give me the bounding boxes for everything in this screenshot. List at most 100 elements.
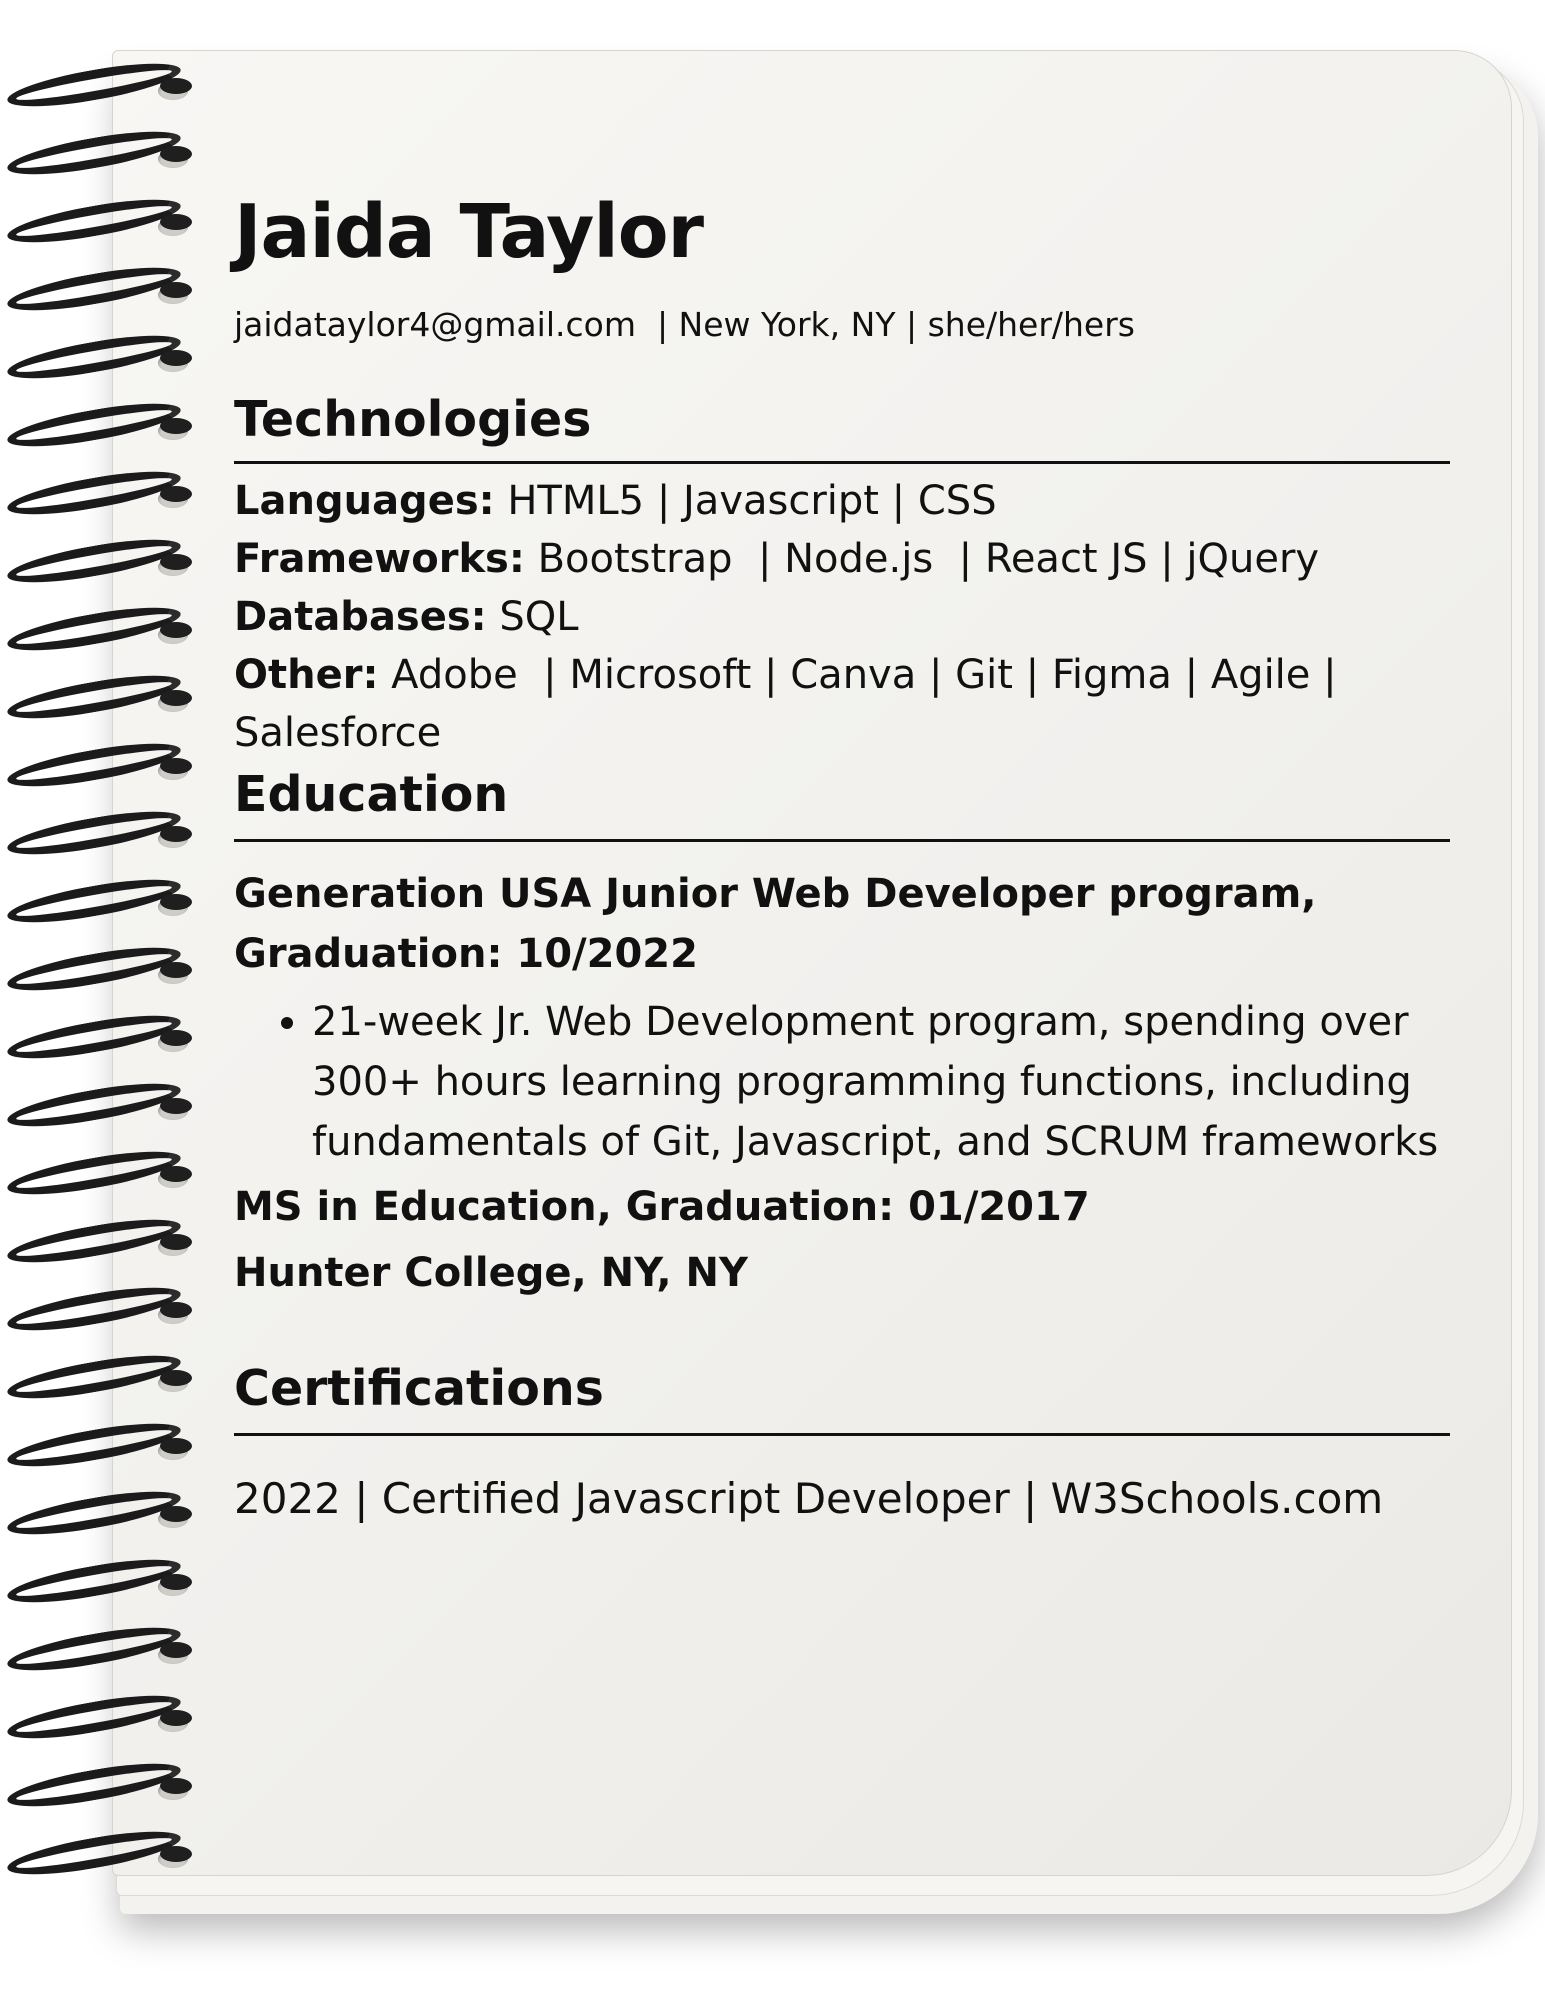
program-detail-item: 21-week Jr. Web Development program, spe… [312, 992, 1450, 1172]
program-name: Generation USA Junior Web Developer prog… [234, 871, 1317, 918]
coil-tip [160, 690, 192, 706]
tech-row-other: Other: Adobe | Microsoft | Canva | Git |… [234, 646, 1450, 762]
coil-tip [160, 622, 192, 638]
coil-tip [160, 1710, 192, 1726]
tech-label: Other: [234, 652, 379, 699]
coil-tip [160, 1438, 192, 1454]
coil-wire [4, 1074, 184, 1136]
tech-value: Bootstrap | Node.js | React JS | jQuery [524, 536, 1320, 583]
coil-wire [4, 190, 184, 252]
coil-wire [4, 1414, 184, 1476]
spiral-coil [0, 666, 200, 728]
education-divider [234, 839, 1450, 843]
coil-wire [4, 1210, 184, 1272]
coil-tip [160, 894, 192, 910]
coil-wire [4, 870, 184, 932]
coil-tip [160, 1302, 192, 1318]
coil-tip [160, 1098, 192, 1114]
coil-tip [160, 486, 192, 502]
resume-name: Jaida Taylor [234, 189, 704, 275]
coil-tip [160, 282, 192, 298]
coil-wire [4, 938, 184, 1000]
coil-wire [4, 258, 184, 320]
tech-row-databases: Databases: SQL [234, 588, 1450, 646]
spiral-coil [0, 870, 200, 932]
spiral-coil [0, 326, 200, 388]
coil-tip [160, 1166, 192, 1182]
resume-content: Jaida Taylor jaidataylor4@gmail.com | Ne… [234, 189, 1450, 1527]
coil-tip [160, 758, 192, 774]
degree-line: MS in Education, Graduation: 01/2017 [234, 1184, 1090, 1231]
coil-wire [4, 1006, 184, 1068]
spiral-binding [0, 54, 210, 1920]
coil-tip [160, 1234, 192, 1250]
education-heading: Education [234, 766, 509, 824]
coil-wire [4, 1482, 184, 1544]
spiral-coil [0, 530, 200, 592]
coil-wire [4, 734, 184, 796]
technologies-divider [234, 461, 1450, 465]
tech-row-languages: Languages: HTML5 | Javascript | CSS [234, 472, 1450, 530]
coil-wire [4, 1618, 184, 1680]
spiral-coil [0, 394, 200, 456]
coil-wire [4, 666, 184, 728]
coil-tip [160, 1846, 192, 1862]
coil-wire [4, 530, 184, 592]
technologies-list: Languages: HTML5 | Javascript | CSS Fram… [234, 472, 1450, 762]
coil-wire [4, 1686, 184, 1748]
spiral-coil [0, 462, 200, 524]
spiral-coil [0, 54, 200, 116]
coil-tip [160, 350, 192, 366]
coil-tip [160, 1642, 192, 1658]
tech-label: Frameworks: [234, 536, 525, 583]
spiral-coil [0, 122, 200, 184]
certifications-heading: Certifications [234, 1360, 604, 1418]
contact-line: jaidataylor4@gmail.com | New York, NY | … [234, 305, 1135, 345]
spiral-coil [0, 938, 200, 1000]
coil-tip [160, 418, 192, 434]
coil-wire [4, 1346, 184, 1408]
coil-tip [160, 146, 192, 162]
school-line: Hunter College, NY, NY [234, 1250, 748, 1297]
tech-label: Languages: [234, 478, 495, 525]
coil-tip [160, 554, 192, 570]
spiral-coil [0, 1074, 200, 1136]
spiral-coil [0, 190, 200, 252]
spiral-coil [0, 1618, 200, 1680]
spiral-coil [0, 1278, 200, 1340]
spiral-coil [0, 1686, 200, 1748]
tech-value: Adobe | Microsoft | Canva | Git | Figma … [234, 652, 1350, 757]
spiral-coil [0, 1346, 200, 1408]
spiral-coil [0, 1142, 200, 1204]
technologies-heading: Technologies [234, 390, 592, 448]
coil-tip [160, 1370, 192, 1386]
tech-value: SQL [486, 594, 579, 641]
coil-tip [160, 1506, 192, 1522]
spiral-coil [0, 1006, 200, 1068]
tech-label: Databases: [234, 594, 487, 641]
coil-wire [4, 598, 184, 660]
coil-wire [4, 802, 184, 864]
coil-wire [4, 394, 184, 456]
certification-item: 2022 | Certified Javascript Developer | … [234, 1474, 1384, 1524]
tech-value: HTML5 | Javascript | CSS [494, 478, 997, 525]
coil-wire [4, 1142, 184, 1204]
coil-tip [160, 1030, 192, 1046]
coil-wire [4, 1550, 184, 1612]
tech-row-frameworks: Frameworks: Bootstrap | Node.js | React … [234, 530, 1450, 588]
spiral-coil [0, 1754, 200, 1816]
spiral-coil [0, 1210, 200, 1272]
certifications-divider [234, 1433, 1450, 1437]
coil-tip [160, 78, 192, 94]
program-title: Generation USA Junior Web Developer prog… [234, 864, 1450, 984]
spiral-coil [0, 734, 200, 796]
spiral-coil [0, 258, 200, 320]
coil-wire [4, 1754, 184, 1816]
program-graduation: Graduation: 10/2022 [234, 931, 698, 978]
coil-wire [4, 1278, 184, 1340]
coil-tip [160, 1778, 192, 1794]
spiral-coil [0, 1822, 200, 1884]
coil-tip [160, 962, 192, 978]
spiral-coil [0, 802, 200, 864]
spiral-coil [0, 1414, 200, 1476]
